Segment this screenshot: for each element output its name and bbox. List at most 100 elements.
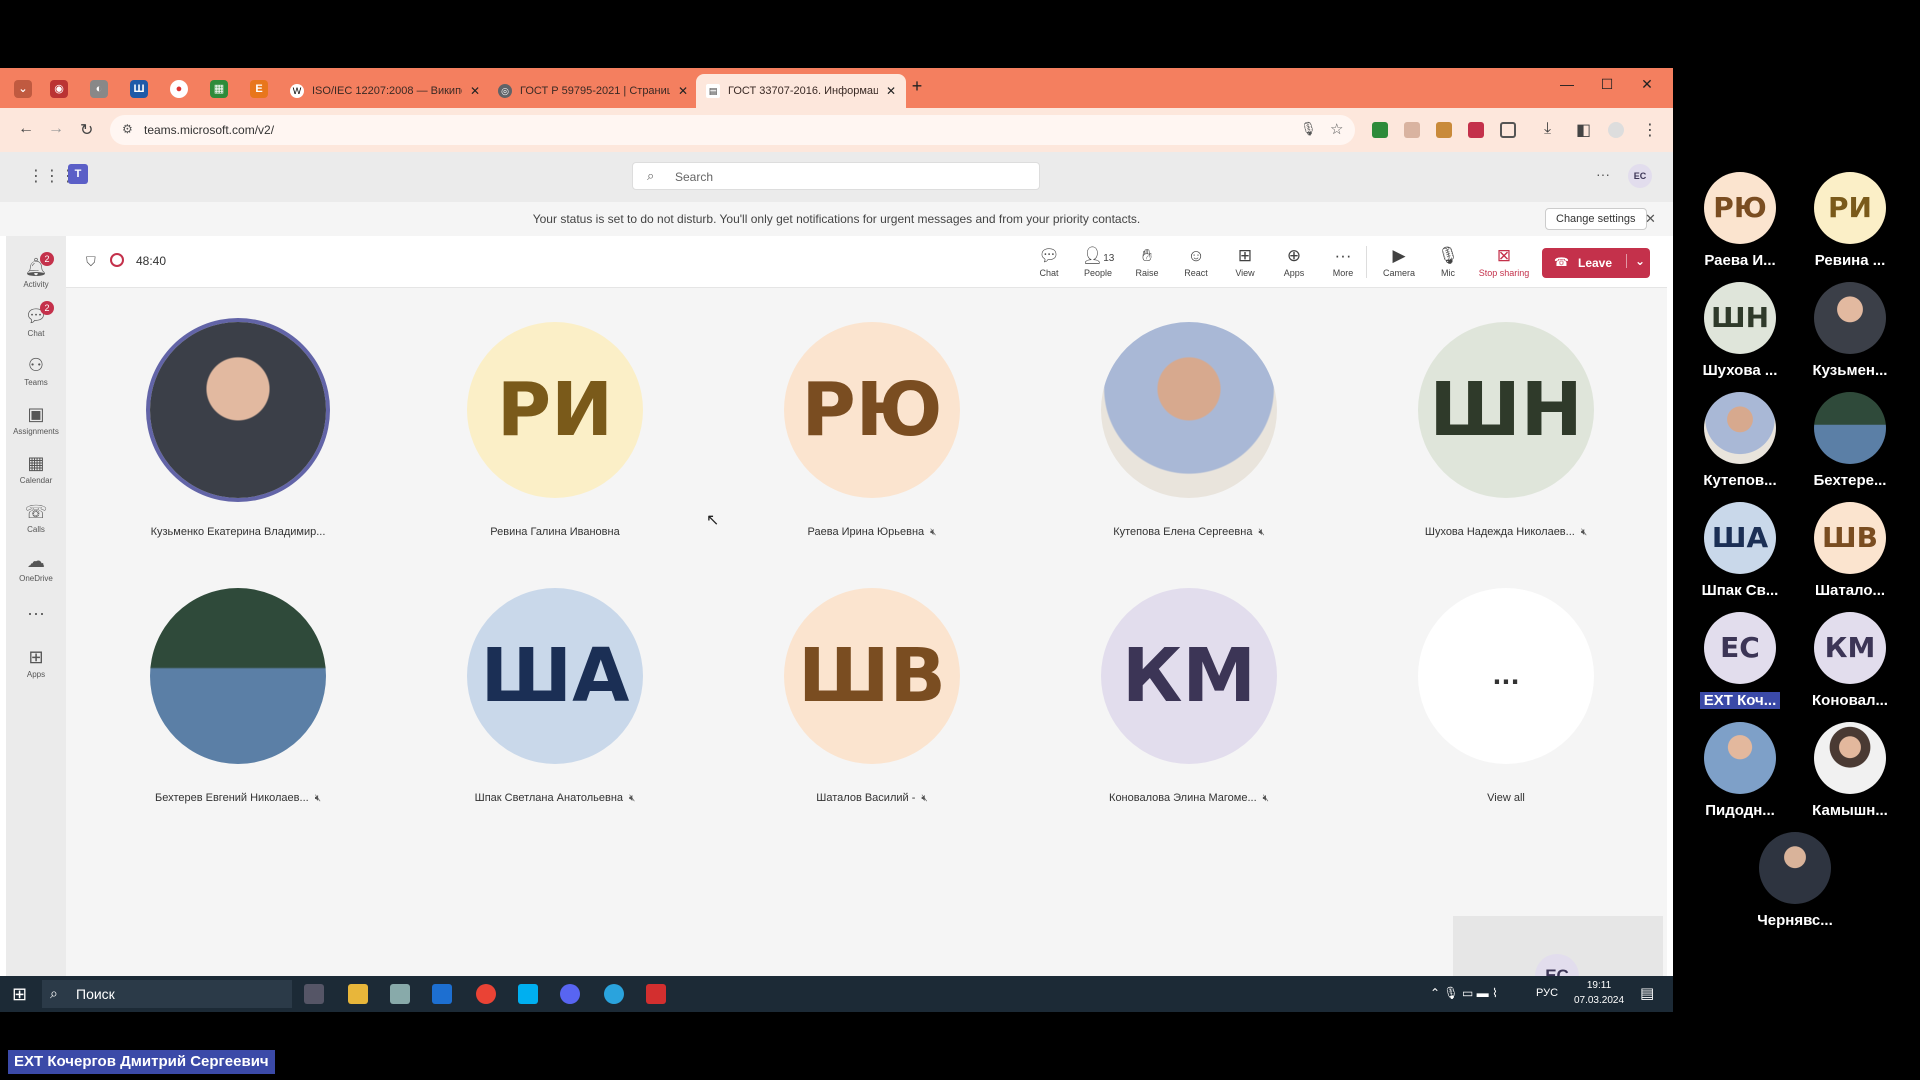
browser-toolbar: ← → ↻ ⚙ teams.microsoft.com/v2/ 🎙 ☆ ⤓ ◧ … (0, 108, 1673, 152)
more-options-icon[interactable]: ··· (1596, 166, 1610, 182)
chrome-icon[interactable] (476, 984, 496, 1004)
view-button[interactable]: ⊞ View (1222, 246, 1268, 278)
browser-menu-icon[interactable]: ⋮ (1642, 120, 1658, 140)
minimize-icon[interactable]: — (1552, 76, 1582, 92)
rail-item-activity[interactable]: 🔔︎ 2 Activity (6, 252, 66, 289)
file-explorer-icon[interactable] (348, 984, 368, 1004)
cloud-icon: ☁ (27, 551, 45, 571)
participant-avatar: ША (467, 588, 643, 764)
gallery-tile[interactable]: ША Шпак Св... (1688, 502, 1792, 599)
tab-search-icon[interactable]: ⌄ (14, 80, 32, 98)
pinned-tab-icon[interactable]: ▦ (210, 80, 228, 98)
download-icon[interactable]: ⤓ (1544, 120, 1551, 138)
teams-header: ⋮⋮⋮ T ⌕ Search ··· EC (0, 152, 1673, 202)
skype-icon[interactable] (518, 984, 538, 1004)
mic-off-icon: 🔇︎ (629, 793, 636, 804)
close-window-icon[interactable]: ✕ (1632, 76, 1662, 93)
participant-photo (150, 322, 326, 498)
outlook-icon[interactable] (432, 984, 452, 1004)
windows-start-icon[interactable]: ⊞ (12, 984, 27, 1005)
document-icon: ▤ (706, 84, 720, 98)
user-avatar[interactable]: EC (1628, 164, 1652, 188)
gallery-tile[interactable]: Камышн... (1798, 722, 1902, 819)
bookmark-star-icon[interactable]: ☆ (1330, 120, 1343, 138)
close-banner-icon[interactable]: ✕ (1645, 211, 1656, 227)
people-button[interactable]: 👤︎13 People (1075, 246, 1121, 278)
close-tab-icon[interactable]: ✕ (886, 84, 896, 98)
mic-off-icon: 🔇︎ (921, 793, 928, 804)
gallery-tile[interactable]: РЮ Раева И... (1688, 172, 1792, 269)
plus-icon: ⊞ (28, 647, 44, 667)
raise-hand-button[interactable]: ✋︎ Raise (1124, 246, 1170, 278)
search-input[interactable]: ⌕ Search (632, 162, 1040, 190)
shield-icon[interactable]: ⛉ (86, 254, 96, 270)
pinned-tab-icon[interactable]: ◉ (50, 80, 68, 98)
gallery-tile[interactable]: Бехтере... (1798, 392, 1902, 489)
rail-item-calls[interactable]: ☏ Calls (6, 501, 66, 534)
mic-button[interactable]: 🎙︎ Mic (1425, 246, 1471, 278)
maximize-icon[interactable]: ☐ (1592, 76, 1622, 93)
tray-icons[interactable]: ⌃ 🎙︎ ▭ ▬ ⌇ (1430, 986, 1498, 1000)
react-button[interactable]: ☺ React (1173, 246, 1219, 278)
gallery-tile[interactable]: Чернявс... (1743, 832, 1847, 929)
taskbar-search[interactable]: ⌕ Поиск (42, 980, 292, 1008)
address-bar[interactable]: ⚙ teams.microsoft.com/v2/ 🎙 ☆ (110, 115, 1355, 145)
close-tab-icon[interactable]: ✕ (678, 84, 688, 98)
rail-item-calendar[interactable]: ▦ Calendar (6, 452, 66, 485)
camera-button[interactable]: ▶︎ Camera (1376, 246, 1422, 278)
clock-date[interactable]: 07.03.2024 (1570, 995, 1628, 1006)
extensions-puzzle-icon[interactable] (1500, 122, 1516, 138)
site-info-icon[interactable]: ⚙ (122, 122, 133, 136)
extension-icon[interactable] (1404, 122, 1420, 138)
extension-icon[interactable] (1372, 122, 1388, 138)
close-tab-icon[interactable]: ✕ (470, 84, 480, 98)
pinned-tab-icon[interactable]: E (250, 80, 268, 98)
side-panel-icon[interactable]: ◧ (1576, 120, 1591, 140)
notifications-icon[interactable]: ▤ (1640, 984, 1654, 1002)
reload-icon[interactable]: ↻ (80, 120, 93, 140)
rail-item-assignments[interactable]: ▣ Assignments (6, 403, 66, 436)
acrobat-icon[interactable] (646, 984, 666, 1004)
stop-sharing-button[interactable]: ⊠ Stop sharing (1474, 246, 1534, 278)
back-icon[interactable]: ← (18, 120, 34, 138)
telegram-icon[interactable] (604, 984, 624, 1004)
clock-time[interactable]: 19:11 (1574, 980, 1624, 991)
microphone-icon[interactable]: 🎙 (1300, 121, 1317, 137)
app-icon[interactable] (390, 984, 410, 1004)
discord-icon[interactable] (560, 984, 580, 1004)
apps-button[interactable]: ⊕ Apps (1271, 246, 1317, 278)
extension-icon[interactable] (1436, 122, 1452, 138)
forward-icon[interactable]: → (48, 120, 64, 138)
participant-name: Раева Ирина Юрьевна (807, 526, 925, 538)
participant-avatar (150, 322, 326, 498)
gallery-tile[interactable]: Кузьмен... (1798, 282, 1902, 379)
recording-tab-icon[interactable]: ● (170, 80, 188, 98)
gallery-tile[interactable]: Кутепов... (1688, 392, 1792, 489)
profile-avatar[interactable] (1608, 122, 1624, 138)
gallery-tile[interactable]: КМ Коновал... (1798, 612, 1902, 709)
pinned-tab-icon[interactable]: Ш (130, 80, 148, 98)
gallery-tile[interactable]: ШН Шухова ... (1688, 282, 1792, 379)
gallery-tile[interactable]: ШВ Шатало... (1798, 502, 1902, 599)
input-language[interactable]: РУС (1536, 987, 1558, 999)
gallery-tile-self[interactable]: EC EXT Коч... (1688, 612, 1792, 710)
rail-item-onedrive[interactable]: ☁ OneDrive (6, 550, 66, 583)
gallery-tile[interactable]: Пидодн... (1688, 722, 1792, 819)
rail-item-chat[interactable]: 💬︎ 2 Chat (6, 301, 66, 338)
change-settings-button[interactable]: Change settings (1545, 208, 1647, 230)
task-view-icon[interactable] (304, 984, 324, 1004)
rail-more-icon[interactable]: ··· (6, 602, 66, 624)
browser-tab[interactable]: W ISO/IEC 12207:2008 — Википедия ✕ (280, 74, 490, 108)
new-tab-icon[interactable]: + (902, 76, 932, 97)
rail-item-teams[interactable]: ⚇ Teams (6, 354, 66, 387)
leave-button[interactable]: ☎ Leave ⌄ (1542, 248, 1650, 278)
gallery-tile[interactable]: РИ Ревина ... (1798, 172, 1902, 269)
rail-item-apps[interactable]: ⊞ Apps (6, 646, 66, 679)
chevron-down-icon[interactable]: ⌄ (1626, 254, 1645, 268)
more-button[interactable]: ··· More (1320, 246, 1366, 278)
browser-tab[interactable]: ◎ ГОСТ Р 59795-2021 | Страница ✕ (488, 74, 698, 108)
extension-icon[interactable] (1468, 122, 1484, 138)
browser-tab-active[interactable]: ▤ ГОСТ 33707-2016. Информация ✕ (696, 74, 907, 108)
chat-button[interactable]: 💬︎ Chat (1026, 246, 1072, 278)
pinned-tab-icon[interactable]: ◐ (90, 80, 108, 98)
